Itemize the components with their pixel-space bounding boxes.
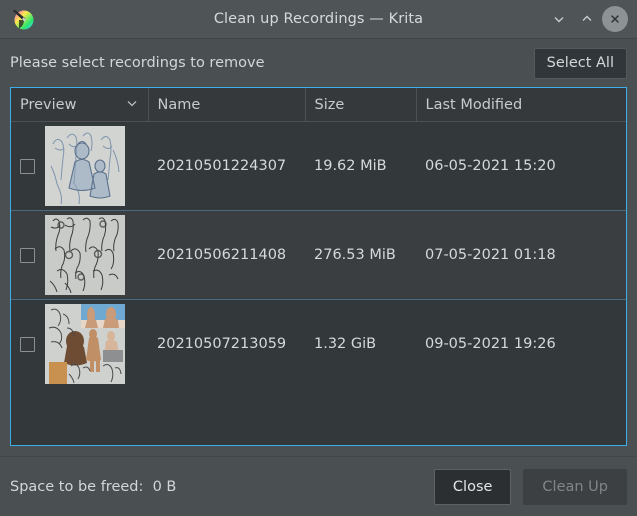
space-to-be-freed-label: Space to be freed: [10,478,144,495]
space-to-be-freed: Space to be freed: 0 B [10,479,176,495]
window-title: Clean up Recordings — Krita [213,11,424,27]
cell-size: 1.32 GiB [314,336,377,352]
column-header-preview[interactable]: Preview [11,88,149,122]
prompt-row: Please select recordings to remove Selec… [10,39,627,87]
clean-up-button: Clean Up [523,468,627,505]
chevron-down-icon [125,96,139,114]
table-row[interactable]: 20210506211408 276.53 MiB 07-05-2021 01:… [11,210,626,300]
title-bar: Clean up Recordings — Krita [0,0,637,39]
close-dialog-button[interactable]: Close [433,468,512,505]
row-checkbox[interactable] [20,336,35,352]
cell-name: 20210501224307 [157,158,287,174]
space-to-be-freed-value: 0 B [152,478,177,495]
column-header-modified[interactable]: Last Modified [416,88,626,122]
table-row[interactable]: 20210501224307 19.62 MiB 06-05-2021 15:2… [11,122,626,211]
cell-name: 20210507213059 [157,336,287,352]
row-checkbox[interactable] [20,158,35,174]
row-checkbox[interactable] [20,247,35,263]
column-header-size[interactable]: Size [305,88,417,122]
table-header: Preview Name Size Last Modified [11,88,626,122]
dialog-footer: Space to be freed: 0 B Close Clean Up [0,456,637,516]
column-header-preview-label: Preview [20,96,77,113]
cell-modified: 07-05-2021 01:18 [416,210,626,300]
prompt-label: Please select recordings to remove [10,55,265,71]
recordings-table: Preview Name Size Last Modified 20210501… [11,88,626,388]
table-header-row: Preview Name Size Last Modified [11,88,626,122]
recordings-table-container[interactable]: Preview Name Size Last Modified 20210501… [10,87,627,446]
krita-logo-icon [10,6,36,32]
preview-thumbnail [45,126,125,206]
preview-thumbnail [45,215,125,295]
cleanup-recordings-dialog: Clean up Recordings — Krita Please selec… [0,0,637,516]
minimize-button[interactable] [546,6,572,32]
cell-preview [11,210,148,300]
cell-preview [11,122,148,211]
cell-preview [11,300,148,389]
cell-modified: 06-05-2021 15:20 [425,158,556,174]
window-controls [546,6,637,32]
table-body: 20210501224307 19.62 MiB 06-05-2021 15:2… [11,122,626,389]
cell-name: 20210506211408 [148,210,305,300]
maximize-button[interactable] [574,6,600,32]
cell-size: 276.53 MiB [305,210,416,300]
cell-size: 19.62 MiB [314,158,387,174]
column-header-name[interactable]: Name [148,88,306,122]
table-row[interactable]: 20210507213059 1.32 GiB 09-05-2021 19:26 [11,300,626,389]
preview-thumbnail [45,304,125,384]
dialog-content: Please select recordings to remove Selec… [0,39,637,456]
close-button[interactable] [602,6,628,32]
cell-modified: 09-05-2021 19:26 [425,336,556,352]
footer-buttons: Close Clean Up [433,468,627,505]
select-all-button[interactable]: Select All [533,47,627,79]
